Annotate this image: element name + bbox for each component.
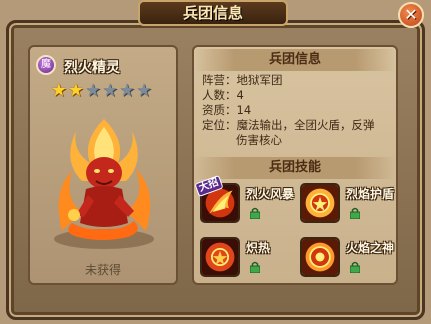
hero-name: 烈火精灵 (64, 60, 120, 76)
dialog-title-bar: 兵团信息 (138, 0, 288, 26)
star-empty-icon: ★ (118, 80, 136, 101)
star-filled-icon: ★ (67, 80, 85, 101)
star-empty-icon: ★ (84, 80, 102, 101)
info-list: 阵营：地狱军团 人数：4 资质：14 定位：魔法输出，全团火盾，反弹 伤害核心 (202, 73, 392, 148)
flame-shield-icon (300, 183, 340, 223)
hero-portrait (54, 119, 154, 249)
skill-blazing[interactable]: 炽热 (200, 237, 295, 289)
skill-name: 炽热 (246, 241, 271, 255)
star-filled-icon: ★ (50, 80, 68, 101)
info-line-aptitude: 资质：14 (202, 103, 252, 117)
lock-icon (250, 207, 260, 219)
fire-god-icon (300, 237, 340, 277)
skill-name: 火焰之神 (346, 241, 395, 255)
hero-card: 魔 烈火精灵 ★★★★★★ 未获得 (28, 45, 178, 285)
dialog-title: 兵团信息 (182, 4, 243, 22)
close-button[interactable]: ✕ (398, 2, 424, 28)
skill-name: 烈焰护盾 (346, 187, 395, 201)
info-panel: 兵团信息 阵营：地狱军团 人数：4 资质：14 定位：魔法输出，全团火盾，反弹 … (192, 45, 398, 285)
lock-icon (350, 207, 360, 219)
skill-fire-storm[interactable]: 大招 烈火风暴 (194, 174, 295, 235)
info-line-role-cont: 伤害核心 (236, 133, 282, 147)
skill-fire-god[interactable]: 火焰之神 (300, 237, 395, 289)
info-line-faction: 阵营：地狱军团 (202, 73, 283, 87)
skill-name: 烈火风暴 (246, 187, 295, 201)
star-empty-icon: ★ (101, 80, 119, 101)
star-rating: ★★★★★★ (50, 81, 152, 100)
blazing-icon (200, 237, 240, 277)
lock-icon (350, 261, 360, 273)
info-section-header: 兵团信息 (194, 49, 396, 71)
skill-flame-shield[interactable]: 烈焰护盾 (300, 183, 395, 235)
star-empty-icon: ★ (135, 80, 153, 101)
obtain-status: 未获得 (84, 263, 121, 277)
lock-icon (250, 261, 260, 273)
info-line-role: 定位：魔法输出，全团火盾，反弹 (202, 118, 375, 132)
info-line-count: 人数：4 (202, 88, 244, 102)
close-icon: ✕ (404, 5, 418, 24)
skills-section-header: 兵团技能 (194, 157, 396, 179)
faction-badge: 魔 (36, 55, 56, 75)
